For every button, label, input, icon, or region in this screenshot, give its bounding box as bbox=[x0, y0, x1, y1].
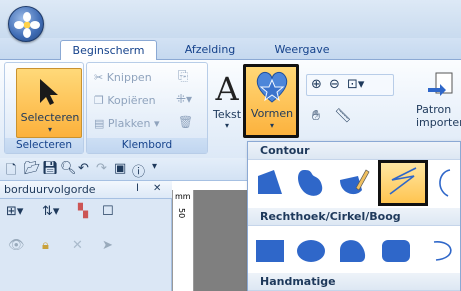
save-icon[interactable]: 💾︎ bbox=[42, 161, 59, 176]
arc-shape-icon[interactable] bbox=[430, 232, 460, 266]
lock-icon[interactable]: 🔒︎ bbox=[42, 238, 49, 253]
redo-icon[interactable]: ↷ bbox=[96, 161, 107, 176]
zoom-icon[interactable]: 🔍︎ bbox=[60, 161, 77, 176]
flower-icon bbox=[14, 12, 40, 38]
zigzag-line-icon bbox=[389, 167, 417, 195]
pane-title: borduurvolgorde bbox=[4, 183, 96, 196]
heart-star-icon bbox=[256, 71, 288, 103]
eye-icon[interactable]: 👁︎ bbox=[8, 238, 25, 253]
gallery-section-manual: Handmatige borduurinstellingen bbox=[248, 273, 460, 291]
pane-toolbar-2: 👁︎ 🔒︎ ✕ ➤ bbox=[2, 236, 170, 258]
cut-button[interactable]: ✂ Knippen bbox=[94, 69, 152, 87]
cut-label: Knippen bbox=[106, 71, 152, 84]
view-options-icon[interactable]: ⊞▾ bbox=[6, 204, 23, 219]
paste-special-icon[interactable]: ⎘ bbox=[178, 69, 188, 84]
app-menu-button[interactable] bbox=[8, 6, 44, 42]
tab-afzelding[interactable]: Afzelding bbox=[170, 40, 250, 60]
ellipse-shape-icon[interactable] bbox=[294, 232, 328, 266]
freehand-shape-icon[interactable] bbox=[336, 166, 370, 200]
chevron-down-icon: ▾ bbox=[153, 117, 160, 130]
zoom-in-icon[interactable]: ⊕ bbox=[311, 77, 322, 92]
cursor-arrow-icon bbox=[40, 79, 58, 105]
design-canvas[interactable] bbox=[194, 190, 248, 291]
chevron-down-icon: ▾ bbox=[269, 121, 274, 130]
pane-title-bar: borduurvolgorde ⵏ ✕ bbox=[0, 181, 172, 199]
group-label-selecteren: Selecteren bbox=[5, 138, 83, 153]
paste-icon: ▤ bbox=[94, 117, 105, 130]
quick-access-toolbar: 🗋︎ 📂︎ 💾︎ 🔍︎ ↶ ↷ ▣ ⓘ ▾ bbox=[0, 158, 247, 181]
teardrop-shape-icon[interactable] bbox=[336, 232, 370, 266]
undo-icon[interactable]: ↶ bbox=[78, 161, 89, 176]
ruler-unit: mm bbox=[175, 192, 191, 201]
zoom-fit-icon[interactable]: ⊡▾ bbox=[347, 77, 364, 92]
frame-icon[interactable]: ☐ bbox=[102, 204, 114, 219]
import-arrow-icon bbox=[428, 72, 453, 96]
zoom-toolbar: ⊕ ⊖ ⊡▾ bbox=[306, 74, 394, 96]
zoom-out-icon[interactable]: ⊖ bbox=[329, 77, 340, 92]
customize-qat-icon[interactable]: ▾ bbox=[152, 161, 157, 172]
pane-toolbar-1: ⊞▾ ⇅▾ ▚ ☐ bbox=[2, 202, 170, 224]
chevron-down-icon: ▾ bbox=[224, 121, 229, 130]
importer-label: importer bbox=[416, 116, 461, 129]
paste-label: Plakken bbox=[107, 117, 151, 130]
hand-pan-icon[interactable]: ✋︎ bbox=[312, 108, 320, 124]
new-file-icon[interactable]: 🗋︎ bbox=[6, 161, 16, 183]
measure-icon[interactable]: 📏︎ bbox=[334, 108, 352, 124]
select-label: Selecteren bbox=[20, 111, 80, 124]
text-button[interactable]: A Tekst ▾ bbox=[212, 70, 242, 136]
display-icon[interactable]: ▣ bbox=[114, 161, 126, 176]
pin-icon[interactable]: ⵏ bbox=[136, 183, 139, 194]
copy-icon: ❐ bbox=[94, 94, 104, 107]
paste-button[interactable]: ▤ Plakken ▾ bbox=[94, 115, 159, 133]
close-icon[interactable]: ✕ bbox=[153, 183, 161, 194]
color-order-icon[interactable]: ▚ bbox=[78, 204, 88, 219]
pattern-label: Patron bbox=[416, 103, 452, 116]
gallery-section-rect: Rechthoek/Cirkel/Boog bbox=[248, 208, 460, 226]
select-button[interactable]: Selecteren ▾ bbox=[16, 68, 82, 138]
pointer-icon[interactable]: ➤ bbox=[102, 238, 113, 253]
ruler-label: 50 bbox=[177, 208, 186, 219]
delete-icon[interactable]: 🗑︎ bbox=[178, 115, 193, 129]
shapes-label: Vormen bbox=[250, 107, 294, 120]
scissors-icon: ✂ bbox=[94, 71, 104, 84]
open-folder-icon[interactable]: 📂︎ bbox=[24, 161, 41, 176]
sort-icon[interactable]: ⇅▾ bbox=[42, 204, 59, 219]
group-label-klembord: Klembord bbox=[87, 138, 207, 153]
gallery-section-contour: Contour bbox=[248, 142, 460, 160]
square-shape-icon[interactable] bbox=[252, 232, 286, 266]
help-icon[interactable]: ⓘ bbox=[132, 161, 145, 180]
shapes-button[interactable]: Vormen ▾ bbox=[243, 64, 299, 138]
close-object-icon[interactable]: ✕ bbox=[72, 238, 83, 253]
grid-icon[interactable]: ⁜▾ bbox=[176, 92, 192, 106]
pattern-import-button[interactable]: Patron importer bbox=[416, 70, 461, 136]
chevron-down-icon: ▾ bbox=[47, 125, 52, 134]
curve-line-shape[interactable] bbox=[378, 160, 428, 206]
curve-shape-icon[interactable] bbox=[434, 166, 460, 200]
tab-weergave[interactable]: Weergave bbox=[262, 40, 342, 60]
text-label: Tekst bbox=[212, 108, 242, 121]
letter-a-icon: A bbox=[215, 70, 239, 108]
copy-button[interactable]: ❐ Kopiëren bbox=[94, 92, 156, 110]
polygon-shape-icon[interactable] bbox=[252, 166, 286, 200]
vertical-ruler: mm 50 bbox=[172, 190, 194, 291]
blob-shape-icon[interactable] bbox=[294, 166, 328, 200]
title-bar bbox=[0, 0, 461, 38]
tab-beginscherm[interactable]: Beginscherm bbox=[60, 40, 157, 60]
copy-label: Kopiëren bbox=[107, 94, 156, 107]
rounded-rect-shape-icon[interactable] bbox=[378, 232, 412, 266]
